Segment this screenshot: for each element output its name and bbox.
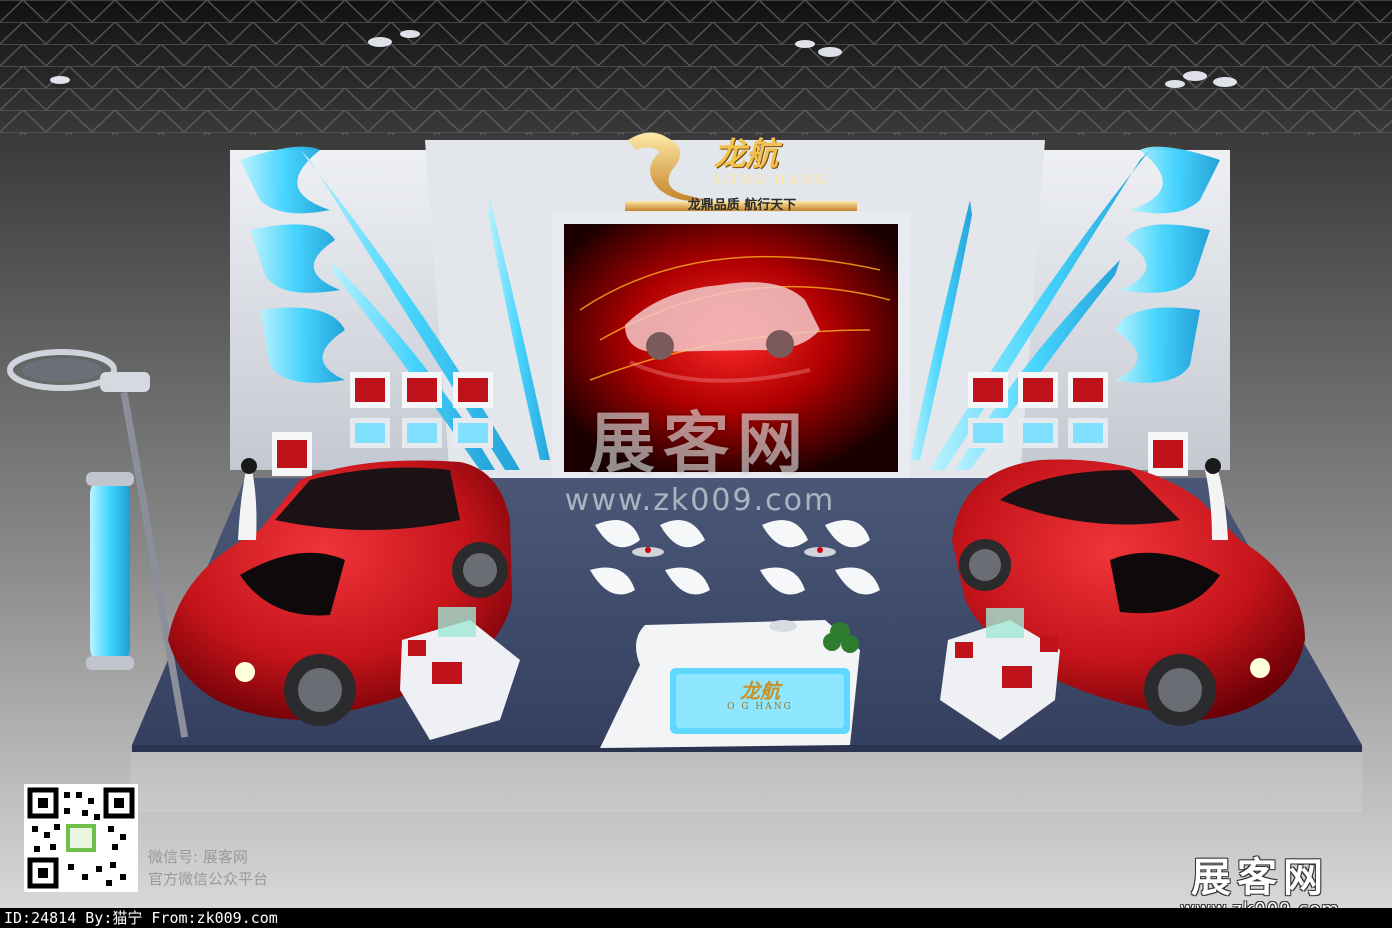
corner-watermark-title: 展客网 xyxy=(1191,855,1329,901)
booth-brand: 龙航 LONG HANG xyxy=(714,135,844,195)
wechat-line-2: 官方微信公众平台 xyxy=(148,870,269,888)
qr-code xyxy=(24,784,138,892)
desk-logo: 龙航 O G HANG xyxy=(700,680,820,713)
brand-cn-text: 龙航 xyxy=(714,135,779,173)
footer-bar: ID:24814 By:猫宁 From:zk009.com xyxy=(0,908,1392,928)
desk-logo-cn: 龙航 xyxy=(740,679,780,703)
center-watermark: 展客网 www.zk009.com xyxy=(500,404,900,518)
center-watermark-url: www.zk009.com xyxy=(564,483,836,518)
center-watermark-title: 展客网 xyxy=(589,405,811,482)
desk-logo-en: O G HANG xyxy=(727,702,793,712)
footer-text: ID:24814 By:猫宁 From:zk009.com xyxy=(4,909,278,927)
wechat-info: 微信号: 展客网 官方微信公众平台 xyxy=(148,846,268,890)
brand-en-text: LONG HANG xyxy=(714,173,829,188)
booth-slogan: 龙鼎品质 航行天下 xyxy=(687,198,797,213)
wechat-line-1: 微信号: 展客网 xyxy=(148,848,248,866)
